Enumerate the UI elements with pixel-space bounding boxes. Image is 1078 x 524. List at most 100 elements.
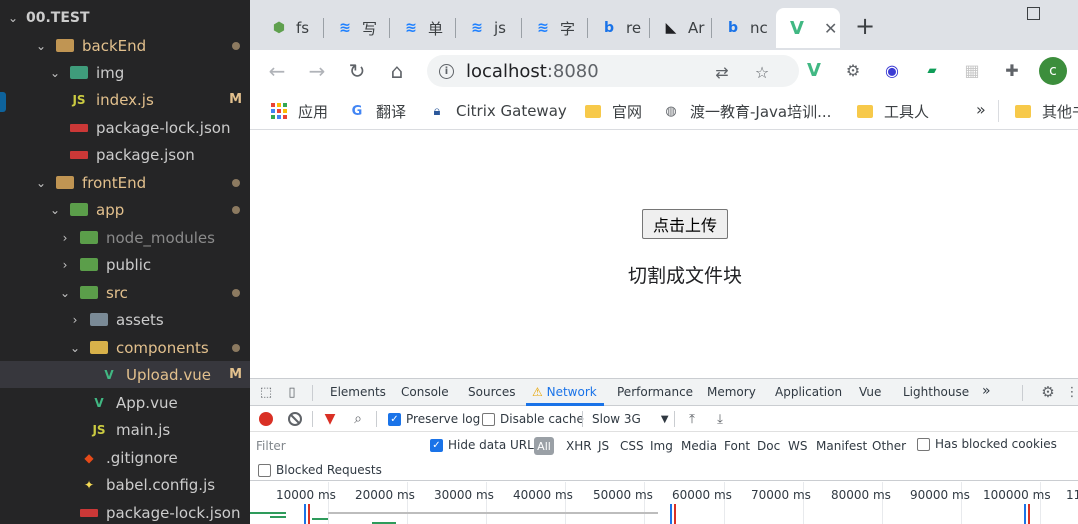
filter-type-css[interactable]: CSS [620, 439, 644, 453]
browser-tab[interactable]: ≋ 写 [324, 8, 390, 48]
browser-tab[interactable]: b nc [712, 8, 774, 48]
avatar[interactable]: c [1039, 57, 1067, 85]
filter-type-media[interactable]: Media [681, 439, 717, 453]
devtools-tab-memory[interactable]: Memory [707, 385, 756, 399]
download-har-icon[interactable]: ⤓ [712, 411, 728, 427]
tree-item-backend[interactable]: ⌄ backEnd [0, 32, 250, 59]
devtools-tab-bar: ⬚ ▯ Elements Console Sources ⚠ Network P… [250, 379, 1078, 406]
timeline-tick: 60000 ms [672, 488, 732, 502]
filter-type-other[interactable]: Other [872, 439, 906, 453]
browser-tab[interactable]: b re [588, 8, 650, 48]
tree-item-index-js[interactable]: JS index.js M [0, 86, 250, 113]
reload-button[interactable]: ↻ [344, 58, 370, 84]
translate-icon[interactable]: ⇄ [711, 61, 733, 83]
browser-tab[interactable]: ≋ js [456, 8, 522, 48]
devtools-tab-application[interactable]: Application [775, 385, 842, 399]
bookmark-tools[interactable]: 工具人 [856, 100, 929, 122]
filter-type-js[interactable]: JS [598, 439, 609, 453]
tree-item-label: node_modules [106, 228, 215, 247]
bookmark-other[interactable]: 其他书签 [1014, 100, 1078, 122]
close-icon[interactable]: ✕ [824, 19, 837, 38]
record-icon[interactable] [259, 412, 273, 426]
tree-item-upload-vue[interactable]: V Upload.vue M [0, 361, 250, 388]
devtools-tab-performance[interactable]: Performance [617, 385, 693, 399]
throttling-select[interactable]: Slow 3G ▼ [592, 412, 669, 426]
tree-item-public[interactable]: › public [0, 251, 250, 278]
bookmark-translate[interactable]: G 翻译 [348, 100, 406, 122]
info-icon[interactable]: i [439, 63, 454, 79]
bookmark-duyi[interactable]: ◍ 渡一教育-Java培训... [662, 100, 831, 122]
upload-har-icon[interactable]: ⤒ [684, 411, 700, 427]
forward-button[interactable]: → [304, 58, 330, 84]
url-text[interactable]: localhost:8080 [466, 61, 599, 82]
devtools-tab-console[interactable]: Console [401, 385, 449, 399]
address-bar[interactable]: i localhost:8080 ⇄ ☆ [427, 55, 799, 87]
tree-item-app[interactable]: ⌄ app [0, 196, 250, 223]
filter-type-all[interactable]: All [534, 437, 554, 455]
clear-icon[interactable] [288, 412, 302, 426]
extension-icon[interactable]: ⚙ [842, 59, 864, 81]
tree-item-node-modules[interactable]: › node_modules [0, 224, 250, 251]
bookmark-citrix[interactable]: 🔒︎ Citrix Gateway [428, 100, 567, 122]
more-options-icon[interactable]: ⋮ [1064, 384, 1078, 400]
extension-icon[interactable]: ▰ [921, 59, 943, 81]
blocked-requests-checkbox[interactable]: Blocked Requests [258, 463, 382, 477]
filter-type-font[interactable]: Font [724, 439, 750, 453]
tree-item-package-lock-frontend[interactable]: package-lock.json [0, 499, 250, 524]
tree-item-gitignore[interactable]: ◆ .gitignore [0, 444, 250, 471]
bookmarks-overflow-button[interactable]: » [976, 100, 986, 119]
gear-icon[interactable]: ⚙ [1040, 383, 1056, 401]
extension-icon[interactable]: ▦ [961, 59, 983, 81]
inspect-icon[interactable]: ⬚ [258, 384, 274, 400]
preserve-log-checkbox[interactable]: ✓ Preserve log [388, 412, 480, 426]
upload-button[interactable]: 点击上传 [642, 209, 728, 239]
browser-tab[interactable]: ≋ 字 [522, 8, 588, 48]
tree-item-assets[interactable]: › assets [0, 306, 250, 333]
filter-type-ws[interactable]: WS [788, 439, 807, 453]
browser-tab[interactable]: ◣ Ar [650, 8, 712, 48]
network-overview-timeline[interactable]: 10000 ms 20000 ms 30000 ms 40000 ms 5000… [250, 482, 1078, 524]
filter-type-doc[interactable]: Doc [757, 439, 780, 453]
devtools-tab-lighthouse[interactable]: Lighthouse [903, 385, 969, 399]
browser-tab-active[interactable]: V ✕ [776, 8, 840, 48]
tree-item-src[interactable]: ⌄ src [0, 279, 250, 306]
tree-item-img[interactable]: ⌄ img [0, 59, 250, 86]
tree-item-babel-config[interactable]: ✦ babel.config.js [0, 471, 250, 498]
has-blocked-cookies-checkbox[interactable]: Has blocked cookies [917, 437, 1057, 451]
bookmark-apps[interactable]: 应用 [270, 100, 328, 122]
hide-data-urls-checkbox[interactable]: ✓ Hide data URLs [430, 438, 540, 452]
tree-item-label: img [96, 63, 125, 82]
browser-tab[interactable]: ≋ 单 [390, 8, 456, 48]
filter-type-xhr[interactable]: XHR [566, 439, 592, 453]
devtools-tab-elements[interactable]: Elements [330, 385, 386, 399]
devtools-tab-network[interactable]: ⚠ Network [532, 385, 597, 399]
tree-item-components[interactable]: ⌄ components [0, 334, 250, 361]
filter-input[interactable] [253, 436, 418, 456]
home-button[interactable]: ⌂ [384, 58, 410, 84]
back-button[interactable]: ← [264, 58, 290, 84]
tree-item-package-json[interactable]: package.json [0, 141, 250, 168]
tree-item-package-lock[interactable]: package-lock.json [0, 114, 250, 141]
new-tab-button[interactable]: + [855, 12, 875, 40]
filter-type-manifest[interactable]: Manifest [816, 439, 867, 453]
puzzle-icon[interactable]: ✚ [1001, 59, 1023, 81]
tree-item-frontend[interactable]: ⌄ frontEnd [0, 169, 250, 196]
explorer-root[interactable]: ⌄ 00.TEST [0, 4, 250, 31]
devtools-tab-vue[interactable]: Vue [859, 385, 881, 399]
extension-icon[interactable]: ◉ [881, 59, 903, 81]
star-icon[interactable]: ☆ [751, 61, 773, 83]
devtools-tab-sources[interactable]: Sources [468, 385, 515, 399]
filter-type-img[interactable]: Img [650, 439, 673, 453]
disable-cache-checkbox[interactable]: Disable cache [482, 412, 584, 426]
tree-item-label: backEnd [82, 36, 147, 55]
vue-devtools-extension-icon[interactable]: V [803, 59, 825, 81]
device-toolbar-icon[interactable]: ▯ [284, 384, 300, 400]
devtools-more-tabs[interactable]: » [982, 383, 991, 399]
bookmark-official-site[interactable]: 官网 [584, 100, 642, 122]
search-icon[interactable]: ⌕ [350, 411, 366, 427]
filter-icon[interactable]: ▼ [322, 411, 338, 427]
tree-item-main-js[interactable]: JS main.js [0, 416, 250, 443]
maximize-icon[interactable] [1027, 7, 1040, 20]
tree-item-app-vue[interactable]: V App.vue [0, 389, 250, 416]
browser-tab[interactable]: ⬢ fs [258, 8, 324, 48]
